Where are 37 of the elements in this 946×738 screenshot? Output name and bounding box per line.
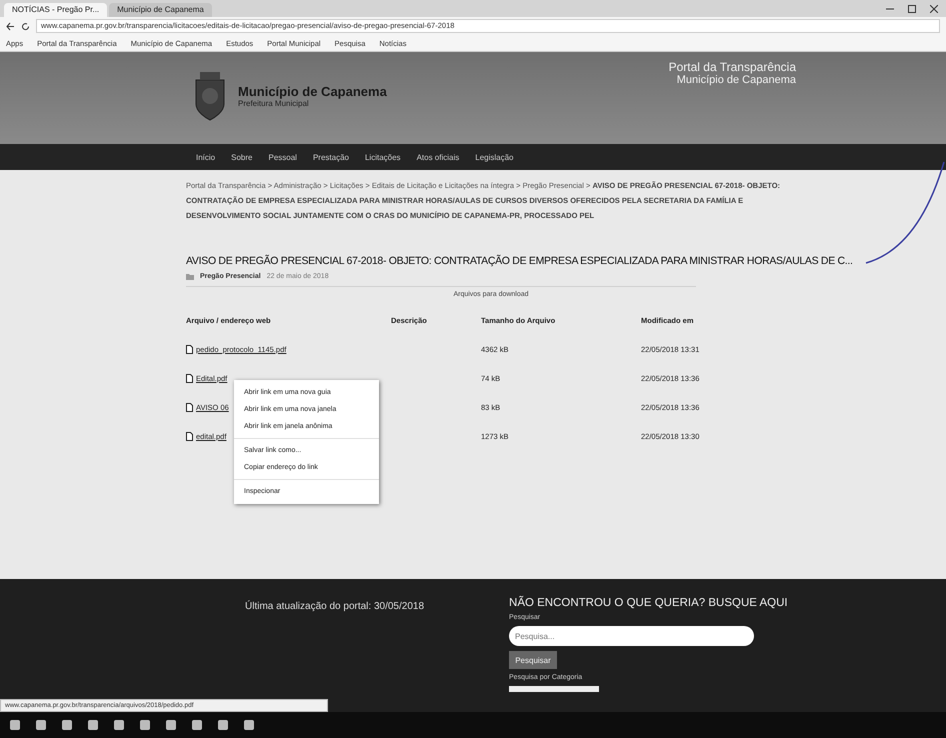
nav-link[interactable]: Prestação bbox=[312, 152, 349, 162]
taskbar-app-icon[interactable] bbox=[218, 720, 228, 730]
nav-link[interactable]: Início bbox=[196, 152, 216, 162]
portal-subtitle: Município de Capanema bbox=[676, 74, 796, 86]
site-name: Município de Capanema bbox=[238, 84, 387, 99]
taskbar-app-icon[interactable] bbox=[192, 720, 202, 730]
taskbar-app-icon[interactable] bbox=[62, 720, 72, 730]
portal-title: Portal da Transparência bbox=[668, 60, 796, 74]
nav-link[interactable]: Legislação bbox=[475, 152, 514, 162]
taskbar-app-icon[interactable] bbox=[88, 720, 98, 730]
search-field[interactable]: Pesquisa... bbox=[509, 626, 754, 646]
taskbar-app-icon[interactable] bbox=[166, 720, 176, 730]
browser-tab[interactable]: NOTÍCIAS - Pregão Pr... bbox=[4, 3, 108, 17]
file-icon bbox=[186, 432, 193, 441]
reload-icon[interactable] bbox=[21, 22, 30, 30]
page-title: AVISO DE PREGÃO PRESENCIAL 67-2018- OBJETO: CONTRATAÇÃO DE EMPRESA ESPECIALIZADA PARA MINISTRAR HORAS/AULAS DE C... bbox=[186, 254, 853, 269]
nav-link[interactable]: Sobre bbox=[231, 152, 252, 162]
maximize-icon[interactable] bbox=[908, 4, 916, 12]
search-heading: NÃO ENCONTROU O QUE QUERIA? BUSQUE AQUI bbox=[509, 597, 788, 609]
last-update-text: Última atualização do portal: 30/05/2018 bbox=[245, 601, 424, 614]
file-icon bbox=[186, 374, 193, 383]
folder-icon bbox=[186, 273, 194, 280]
file-icon bbox=[186, 403, 193, 412]
nav-link[interactable]: Atos oficiais bbox=[416, 152, 460, 162]
site-subtitle: Prefeitura Municipal bbox=[238, 99, 310, 108]
file-icon bbox=[186, 345, 193, 354]
search-button[interactable]: Pesquisar bbox=[509, 651, 558, 669]
browser-tab[interactable]: Município de Capanema bbox=[109, 3, 212, 17]
taskbar-app-icon[interactable] bbox=[140, 720, 150, 730]
taskbar-app-icon[interactable] bbox=[244, 720, 254, 730]
nav-link[interactable]: Pessoal bbox=[268, 152, 297, 162]
nav-link[interactable]: Licitações bbox=[364, 152, 401, 162]
taskbar-app-icon[interactable] bbox=[10, 720, 20, 730]
taskbar-app-icon[interactable] bbox=[114, 720, 124, 730]
back-arrow-icon[interactable] bbox=[6, 22, 15, 30]
close-icon[interactable] bbox=[930, 4, 938, 12]
taskbar-app-icon[interactable] bbox=[36, 720, 46, 730]
